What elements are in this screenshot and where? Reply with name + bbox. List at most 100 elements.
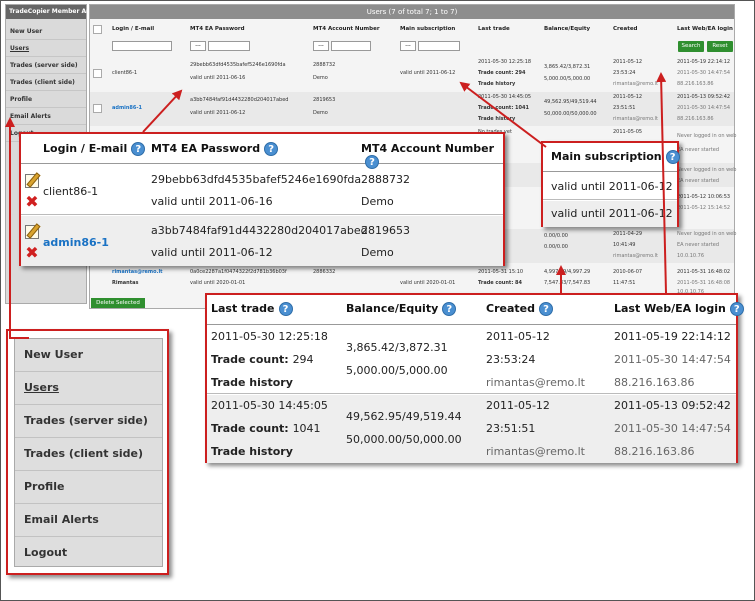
nav-new-user[interactable]: New User xyxy=(6,23,86,40)
row-ip: 88.216.163.86 xyxy=(677,81,714,87)
row-created-date: 2011-05-12 xyxy=(613,94,643,100)
nav-email-alerts[interactable]: Email Alerts xyxy=(15,504,162,537)
login-header-label: Login / E-mail xyxy=(43,142,128,155)
login-filter-input[interactable] xyxy=(112,41,172,51)
nav-users[interactable]: Users xyxy=(15,372,162,405)
row-base: 0.00/0.00 xyxy=(544,244,568,250)
row-last-trade: 2011-05-30 14:45:05 xyxy=(478,94,532,100)
table-row[interactable]: rimantas@remo.lt Rimantas 0a0ce2287a1f04… xyxy=(90,267,734,295)
row-created-time: 11:47:51 xyxy=(613,280,636,286)
account-filter-input[interactable] xyxy=(331,41,371,51)
row-login[interactable]: client86-1 xyxy=(112,70,137,76)
row-login[interactable]: admin86-1 xyxy=(43,236,109,249)
table-row[interactable]: 2011-05-30 14:45:05 Trade count: 1041 Tr… xyxy=(207,395,736,463)
row-ea-login: EA never started xyxy=(677,178,719,184)
row-password: 29bebb63dfd4535bafef5246e1690fda xyxy=(151,173,362,186)
delete-icon[interactable]: ✖ xyxy=(25,194,39,210)
row-trade-count: Trade count: 84 xyxy=(478,280,523,286)
account-filter-select[interactable]: --- xyxy=(313,41,329,51)
row-login[interactable]: admin86-1 xyxy=(112,105,142,111)
row-trade-history[interactable]: Trade history xyxy=(478,116,515,122)
row-balance: 4,997.29/4,997.29 xyxy=(544,269,591,275)
subscription-filter-select[interactable]: --- xyxy=(400,41,416,51)
created-header: Created? xyxy=(486,302,553,316)
help-icon[interactable]: ? xyxy=(442,302,457,316)
delete-selected-button[interactable]: Delete Selected xyxy=(91,298,145,308)
nav-callout: New User Users Trades (server side) Trad… xyxy=(6,329,169,575)
row-balance: 3,865.42/3,872.31 xyxy=(346,341,448,354)
col-balance[interactable]: Balance/Equity xyxy=(544,26,590,32)
col-login[interactable]: Login / E-mail xyxy=(112,26,154,32)
col-last-trade[interactable]: Last trade xyxy=(478,26,510,32)
table-row[interactable]: ✖ client86-1 29bebb63dfd4535bafef5246e16… xyxy=(21,165,503,215)
nav-trades-client[interactable]: Trades (client side) xyxy=(6,74,86,91)
created-header-label: Created xyxy=(486,302,535,315)
nav-profile[interactable]: Profile xyxy=(15,471,162,504)
col-created[interactable]: Created xyxy=(613,26,638,32)
table-row[interactable]: 2011-05-30 12:25:18 Trade count: 294 Tra… xyxy=(207,326,736,394)
row-account-type: Demo xyxy=(313,110,328,116)
nav-new-user[interactable]: New User xyxy=(15,339,162,372)
row-login-name: Rimantas xyxy=(112,280,139,286)
edit-icon[interactable] xyxy=(25,174,39,188)
row-web-login: Never logged in on web xyxy=(677,231,737,237)
help-icon[interactable]: ? xyxy=(131,142,146,156)
search-button[interactable]: Search xyxy=(678,41,704,52)
col-account[interactable]: MT4 Account Number xyxy=(313,26,380,32)
help-icon[interactable]: ? xyxy=(729,302,744,316)
row-login[interactable]: rimantas@remo.lt xyxy=(112,269,163,275)
reset-button[interactable]: Reset xyxy=(707,41,733,52)
row-base: 50,000.00/50,000.00 xyxy=(544,111,597,117)
row-trade-count: Trade count: 294 xyxy=(478,70,526,76)
row-checkbox[interactable] xyxy=(93,104,102,113)
row-password-valid: valid until 2011-06-16 xyxy=(190,75,246,81)
row-checkbox[interactable] xyxy=(93,69,102,78)
nav-logout[interactable]: Logout xyxy=(15,537,162,570)
row-subscription: valid until 2011-06-12 xyxy=(551,180,673,193)
edit-icon[interactable] xyxy=(25,225,39,239)
subscription-filter-input[interactable] xyxy=(418,41,460,51)
row-web-login: 2011-05-19 22:14:12 xyxy=(614,330,731,343)
row-password-valid: valid until 2011-06-12 xyxy=(190,110,246,116)
table-row[interactable]: ✖ admin86-1 a3bb7484faf91d4432280d204017… xyxy=(21,216,503,266)
row-web-login: Never logged in on web xyxy=(677,133,737,139)
row-account: 2819653 xyxy=(313,97,336,103)
balance-header: Balance/Equity? xyxy=(346,302,457,316)
row-ip: 10.0.10.76 xyxy=(677,253,705,259)
table-row[interactable]: admin86-1 a3bb7484faf91d4432280d204017ab… xyxy=(90,92,734,126)
row-ea-login: 2011-05-30 14:47:54 xyxy=(677,70,731,76)
row-login[interactable]: client86-1 xyxy=(43,185,98,198)
col-last-login[interactable]: Last Web/EA login xyxy=(677,26,733,32)
nav-trades-client[interactable]: Trades (client side) xyxy=(15,438,162,471)
nav-email-alerts[interactable]: Email Alerts xyxy=(6,108,86,125)
login-callout: Login / E-mail? MT4 EA Password? MT4 Acc… xyxy=(19,132,505,266)
row-created-date: 2011-05-05 xyxy=(613,129,643,135)
nav-users[interactable]: Users xyxy=(6,40,86,57)
help-icon[interactable]: ? xyxy=(665,150,680,164)
help-icon[interactable]: ? xyxy=(278,302,293,316)
table-row[interactable]: client86-1 29bebb63dfd4535bafef5246e1690… xyxy=(90,57,734,91)
row-created-date: 2011-05-12 xyxy=(486,330,550,343)
row-account: 2819653 xyxy=(361,224,410,237)
col-password[interactable]: MT4 EA Password xyxy=(190,26,245,32)
nav-trades-server[interactable]: Trades (server side) xyxy=(6,57,86,74)
row-trade-history[interactable]: Trade history xyxy=(211,445,293,458)
row-subscription: valid until 2011-06-12 xyxy=(551,207,673,220)
row-base: 5,000.00/5,000.00 xyxy=(544,76,591,82)
nav-profile[interactable]: Profile xyxy=(6,91,86,108)
password-filter-input[interactable] xyxy=(208,41,250,51)
password-filter-select[interactable]: --- xyxy=(190,41,206,51)
row-trade-history[interactable]: Trade history xyxy=(211,376,293,389)
row-ea-login: EA never started xyxy=(677,242,719,248)
help-icon[interactable]: ? xyxy=(264,142,279,156)
select-all-checkbox[interactable] xyxy=(93,25,102,34)
app-nav: New User Users Trades (server side) Trad… xyxy=(6,23,86,142)
help-icon[interactable]: ? xyxy=(538,302,553,316)
row-ip: 88.216.163.86 xyxy=(677,116,714,122)
nav-trades-server[interactable]: Trades (server side) xyxy=(15,405,162,438)
col-subscription[interactable]: Main subscription xyxy=(400,26,455,32)
delete-icon[interactable]: ✖ xyxy=(25,245,39,261)
row-creator: rimantas@remo.lt xyxy=(613,253,658,259)
row-created-date: 2011-05-12 xyxy=(486,399,550,412)
row-trade-history[interactable]: Trade history xyxy=(478,81,515,87)
